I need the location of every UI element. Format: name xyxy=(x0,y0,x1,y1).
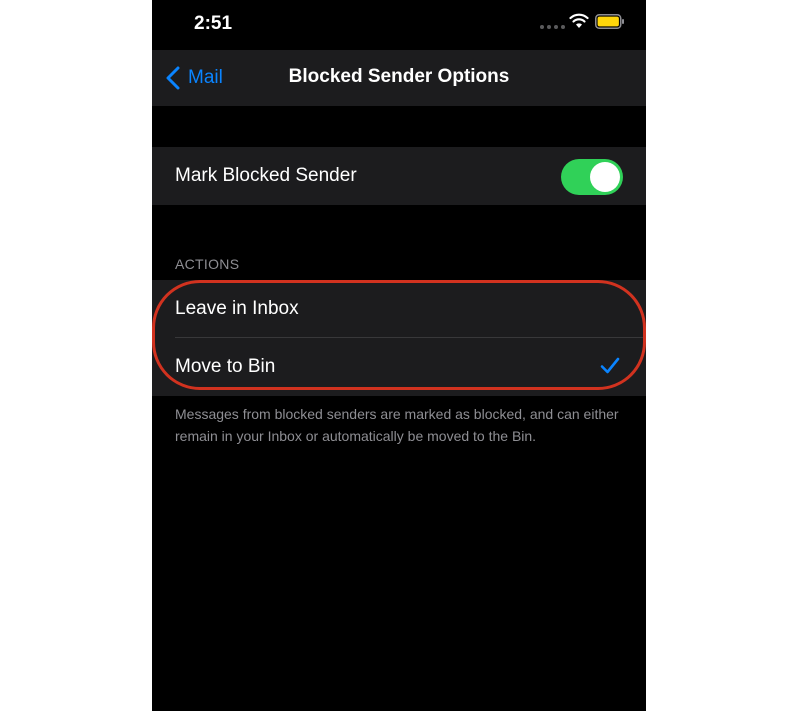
toggle-knob xyxy=(590,162,620,192)
option-label: Leave in Inbox xyxy=(175,298,299,319)
navigation-bar: Mail Blocked Sender Options xyxy=(152,50,646,106)
signal-icon xyxy=(540,21,566,29)
phone-screen: 2:51 Mail Blocked Sender Options Mark Bl… xyxy=(152,0,646,711)
actions-group: Leave in Inbox Move to Bin xyxy=(152,280,646,396)
option-leave-in-inbox[interactable]: Leave in Inbox xyxy=(152,280,646,338)
checkmark-icon xyxy=(600,357,620,374)
mark-blocked-label: Mark Blocked Sender xyxy=(175,165,357,186)
wifi-icon xyxy=(569,13,589,28)
option-move-to-bin[interactable]: Move to Bin xyxy=(152,338,646,396)
option-label: Move to Bin xyxy=(175,356,276,377)
status-time: 2:51 xyxy=(194,13,233,34)
actions-section-header: ACTIONS xyxy=(175,256,240,272)
mark-blocked-group: Mark Blocked Sender xyxy=(152,147,646,205)
battery-icon xyxy=(595,14,624,29)
actions-footer-text: Messages from blocked senders are marked… xyxy=(175,406,619,444)
mark-blocked-toggle[interactable] xyxy=(561,159,623,195)
mark-blocked-row: Mark Blocked Sender xyxy=(152,147,646,205)
page-title: Blocked Sender Options xyxy=(288,66,510,87)
status-bar: 2:51 xyxy=(152,0,646,50)
